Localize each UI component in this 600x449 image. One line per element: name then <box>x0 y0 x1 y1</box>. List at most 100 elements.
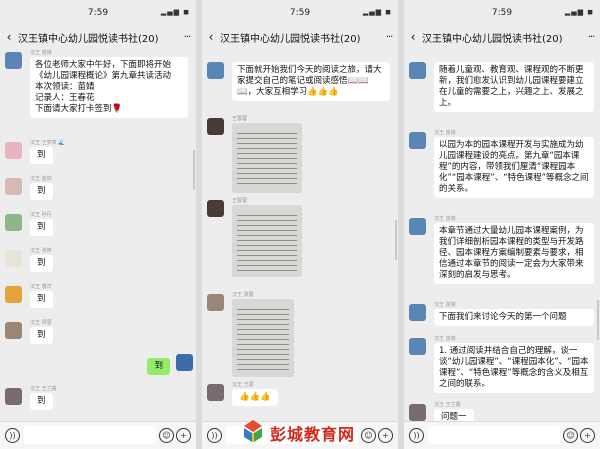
avatar[interactable] <box>409 62 426 79</box>
avatar[interactable] <box>207 118 224 135</box>
sender-name: 汉王 张婷 <box>30 248 52 254</box>
chat-header: ‹ 汉王镇中心幼儿园悦读书社(20) ··· <box>0 26 196 48</box>
message-bubble-self[interactable]: 到 <box>147 358 170 375</box>
status-time: 7:59 <box>491 8 513 18</box>
voice-icon[interactable]: )) <box>5 428 20 443</box>
sender-name: 汉王 苗婧 <box>434 130 456 136</box>
back-icon[interactable]: ‹ <box>404 30 422 44</box>
status-icons: ▂▄▆ ◼ <box>564 8 594 16</box>
message-bubble[interactable]: 下面我们来讨论今天的第一个问题 <box>434 309 594 326</box>
status-icons: ▂▄▆ ◼ <box>160 8 190 16</box>
message-input[interactable] <box>428 426 560 444</box>
sender-name: 汉王 王兰鑫 <box>434 402 461 408</box>
more-icon[interactable]: ··· <box>582 32 600 43</box>
avatar[interactable] <box>207 294 224 311</box>
avatar[interactable] <box>5 388 22 405</box>
status-icons: ▂▄▆ ◼ <box>362 8 392 16</box>
sender-name: 汉王 苗婧 <box>434 336 456 342</box>
avatar[interactable] <box>5 286 22 303</box>
avatar[interactable] <box>5 178 22 195</box>
sender-name: 汉王 唐洋 <box>30 284 52 290</box>
sender-name: 汉王 王兰鑫 <box>30 386 57 392</box>
sender-name: 汉王 王梦真 🌊 <box>30 140 65 146</box>
status-bar: 7:59 ▂▄▆ ◼ <box>404 0 600 26</box>
input-bar: )) ☺ + <box>0 421 196 449</box>
sender-name: 王蓉蓉 <box>232 198 248 204</box>
voice-icon[interactable]: )) <box>409 428 424 443</box>
message-bubble[interactable]: 以园为本的园本课程开发与实施成为幼儿园课程建设的亮点。第九章“园本课程”的内容，… <box>434 137 594 198</box>
message-bubble[interactable]: 到 <box>30 147 53 164</box>
chat-header: ‹ 汉王镇中心幼儿园悦读书社(20) ··· <box>404 26 600 48</box>
sender-name: 汉王 梁蓉 <box>30 320 52 326</box>
image-message[interactable] <box>232 299 294 377</box>
message-bubble[interactable]: 到 <box>30 255 53 272</box>
message-bubble[interactable]: 各位老师大家中午好，下面即将开始《幼儿园课程概论》第九章共读活动 本次领读：苗婧… <box>30 57 188 118</box>
image-message[interactable] <box>232 123 302 193</box>
image-content <box>237 129 297 187</box>
avatar[interactable] <box>409 218 426 235</box>
avatar[interactable] <box>207 200 224 217</box>
back-icon[interactable]: ‹ <box>0 30 18 44</box>
sender-name: 汉王 苗婧 <box>30 50 52 56</box>
emoji-icon[interactable]: ☺ <box>159 428 174 443</box>
message-list[interactable]: 下面就开始我们今天的阅读之旅，请大家提交自己的笔记或阅读感悟📖📖📖，大家互相学习… <box>202 48 398 422</box>
watermark-text: 彭城教育网 <box>270 425 356 444</box>
avatar[interactable] <box>409 304 426 321</box>
more-icon[interactable]: ··· <box>178 32 196 43</box>
message-bubble[interactable]: 到 <box>30 183 53 200</box>
message-bubble[interactable]: 随着儿童观、教育观、课程观的不断更新，我们愈发认识到幼儿园课程要建立在儿童的需要… <box>434 62 594 112</box>
chat-panel-2: 7:59 ▂▄▆ ◼ ‹ 汉王镇中心幼儿园悦读书社(20) ··· 下面就开始我… <box>202 0 398 449</box>
image-content <box>237 211 297 271</box>
status-time: 7:59 <box>289 8 311 18</box>
input-bar: )) ☺ + <box>404 421 600 449</box>
plus-icon[interactable]: + <box>580 428 595 443</box>
message-bubble[interactable]: 到 <box>30 393 53 410</box>
plus-icon[interactable]: + <box>176 428 191 443</box>
avatar[interactable] <box>409 338 426 355</box>
avatar[interactable] <box>409 404 426 421</box>
message-bubble[interactable]: 到 <box>30 291 53 308</box>
avatar[interactable] <box>5 322 22 339</box>
message-bubble[interactable]: 下面就开始我们今天的阅读之旅，请大家提交自己的笔记或阅读感悟📖📖📖，大家互相学习… <box>232 62 390 101</box>
avatar[interactable] <box>5 214 22 231</box>
chat-title: 汉王镇中心幼儿园悦读书社(20) <box>220 33 361 45</box>
chat-title: 汉王镇中心幼儿园悦读书社(20) <box>422 33 563 45</box>
avatar[interactable] <box>409 132 426 149</box>
message-list[interactable]: 汉王 苗婧 各位老师大家中午好，下面即将开始《幼儿园课程概论》第九章共读活动 本… <box>0 48 196 422</box>
image-content <box>237 305 289 371</box>
chat-panel-1: 7:59 ▂▄▆ ◼ ‹ 汉王镇中心幼儿园悦读书社(20) ··· 汉王 苗婧 … <box>0 0 196 449</box>
scrollbar[interactable] <box>193 150 195 190</box>
watermark-logo: 彭城教育网 <box>240 418 375 444</box>
avatar[interactable] <box>207 62 224 79</box>
message-bubble[interactable]: 到 <box>30 327 53 344</box>
avatar[interactable] <box>5 142 22 159</box>
avatar[interactable] <box>5 250 22 267</box>
sender-name: 汉王 苗婧 <box>434 216 456 222</box>
back-icon[interactable]: ‹ <box>202 30 220 44</box>
sender-name: 汉王 梁蓉 <box>232 292 254 298</box>
message-bubble[interactable]: 本章节通过大量幼儿园本课程案例，为我们详细剖析园本课程的类型与开发路径、园本课程… <box>434 223 594 284</box>
message-input[interactable] <box>24 426 156 444</box>
sender-name: 汉王 孙丹 <box>30 212 52 218</box>
image-message[interactable] <box>232 205 302 277</box>
chat-panel-3: 7:59 ▂▄▆ ◼ ‹ 汉王镇中心幼儿园悦读书社(20) ··· 随着儿童观、… <box>404 0 600 449</box>
message-bubble[interactable]: 1. 通过阅读并结合自己的理解，谈一谈“幼儿园课程”、“课程园本化”、“园本课程… <box>434 343 594 393</box>
message-bubble[interactable]: 到 <box>30 219 53 236</box>
scrollbar[interactable] <box>597 300 599 340</box>
avatar[interactable] <box>207 384 224 401</box>
self-avatar[interactable] <box>176 354 193 371</box>
avatar[interactable] <box>5 52 22 69</box>
message-list[interactable]: 随着儿童观、教育观、课程观的不断更新，我们愈发认识到幼儿园课程要建立在儿童的需要… <box>404 48 600 422</box>
scrollbar[interactable] <box>395 220 397 260</box>
sender-name: 王蓉蓉 <box>232 116 248 122</box>
emoji-icon[interactable]: ☺ <box>563 428 578 443</box>
voice-icon[interactable]: )) <box>207 428 222 443</box>
book-logo-icon <box>244 420 262 442</box>
message-bubble[interactable]: 👍👍👍 <box>232 389 278 406</box>
chat-header: ‹ 汉王镇中心幼儿园悦读书社(20) ··· <box>202 26 398 48</box>
plus-icon[interactable]: + <box>378 428 393 443</box>
sender-name: 汉王 苗婧 <box>434 302 456 308</box>
more-icon[interactable]: ··· <box>380 32 398 43</box>
status-bar: 7:59 ▂▄▆ ◼ <box>0 0 196 26</box>
chat-title: 汉王镇中心幼儿园悦读书社(20) <box>18 33 159 45</box>
